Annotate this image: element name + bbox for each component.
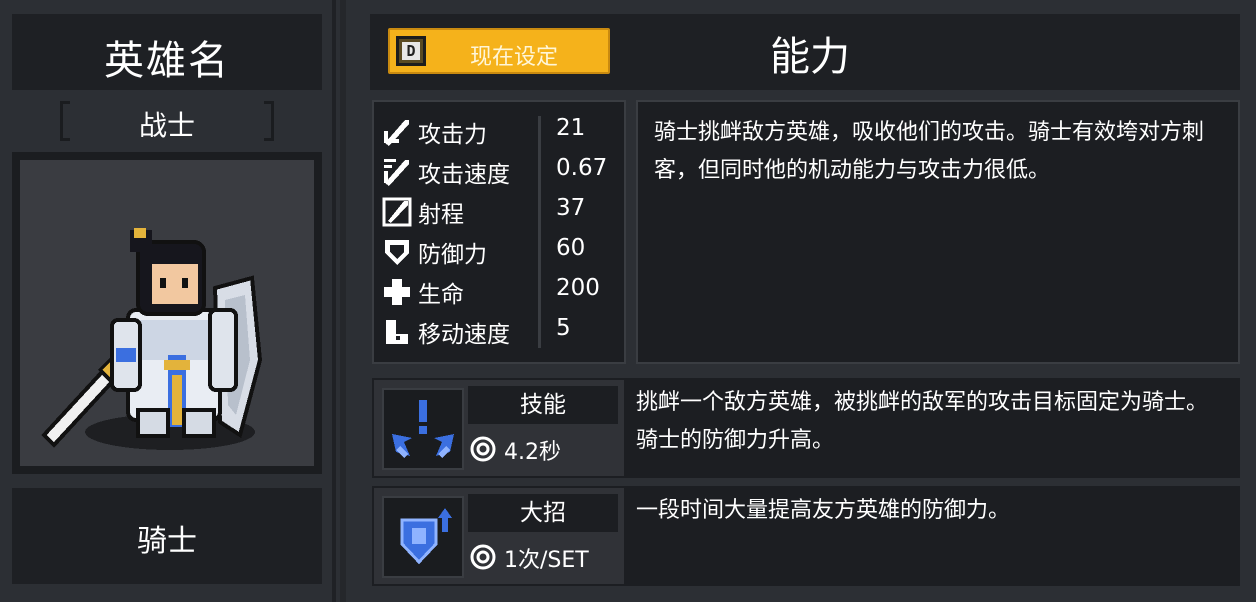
stat-name: 移动速度 (418, 322, 510, 348)
stat-name: 攻击速度 (418, 162, 510, 188)
skill-cooldown: 4.2秒 (468, 428, 618, 468)
ultimate-icon-box[interactable] (382, 496, 464, 578)
boot-icon (386, 320, 408, 344)
stat-name: 攻击力 (418, 122, 487, 148)
hero-name-title: 英雄名 (104, 38, 230, 84)
knight-sprite-icon (41, 228, 263, 450)
shield-up-icon (400, 508, 452, 565)
hero-name-box: 骑士 (12, 488, 322, 584)
skill-panel: 技能 4.2秒 挑衅一个敌方英雄，被挑衅的敌军的攻击目标固定为骑士。骑士的防御力… (372, 378, 1240, 478)
column-divider (340, 0, 346, 602)
ability-title: 能力 (770, 34, 850, 80)
bracket-left (60, 101, 70, 141)
hero-description: 骑士挑衅敌方英雄，吸收他们的攻击。骑士有效垮对方刺客，但同时他的机动能力与攻击力… (654, 120, 1205, 183)
stat-value: 21 (556, 115, 586, 141)
stat-row-health: 生命 200 (380, 273, 620, 309)
ultimate-type-label: 大招 (468, 494, 618, 532)
shield-icon (385, 240, 409, 265)
health-cross-icon (384, 279, 410, 305)
stat-value: 5 (556, 315, 571, 341)
ultimate-cooldown-value: 1次/SET (504, 548, 589, 573)
stat-name: 防御力 (418, 242, 487, 268)
ultimate-panel: 大招 1次/SET 一段时间大量提高友方英雄的防御力。 (372, 486, 1240, 586)
hero-name: 骑士 (137, 524, 197, 559)
set-now-label: 现在设定 (470, 45, 559, 70)
skill-icon-box[interactable] (382, 388, 464, 470)
stat-value: 0.67 (556, 155, 608, 181)
stat-name: 射程 (418, 202, 464, 228)
range-icon (382, 197, 412, 227)
hero-name-header: 英雄名 (12, 14, 322, 90)
skill-description: 挑衅一个敌方英雄，被挑衅的敌军的攻击目标固定为骑士。骑士的防御力升高。 (636, 390, 1209, 453)
stat-name: 生命 (418, 282, 464, 308)
set-now-button[interactable]: D 现在设定 (388, 28, 610, 74)
stat-row-defense: 防御力 60 (380, 233, 620, 269)
attack-speed-icon (384, 159, 409, 186)
stat-row-attack: 攻击力 21 (380, 113, 620, 149)
skill-type-label: 技能 (468, 386, 618, 424)
hero-portrait (20, 160, 314, 466)
stat-value: 37 (556, 195, 586, 221)
taunt-icon (392, 400, 454, 458)
ultimate-description-box: 一段时间大量提高友方英雄的防御力。 (624, 488, 1238, 584)
stat-row-range: 射程 37 (380, 193, 620, 229)
key-letter: D (402, 42, 420, 60)
bracket-right (264, 101, 274, 141)
ultimate-cooldown: 1次/SET (468, 536, 618, 576)
skill-cooldown-value: 4.2秒 (504, 440, 561, 465)
stat-row-move-speed: 移动速度 5 (380, 313, 620, 349)
cooldown-icon (470, 436, 496, 462)
stat-value: 60 (556, 235, 586, 261)
cooldown-icon (470, 544, 496, 570)
sword-icon (384, 120, 409, 146)
stat-value: 200 (556, 275, 600, 301)
skill-description-box: 挑衅一个敌方英雄，被挑衅的敌军的攻击目标固定为骑士。骑士的防御力升高。 (624, 380, 1238, 476)
keyboard-key-icon: D (396, 36, 426, 66)
ultimate-description: 一段时间大量提高友方英雄的防御力。 (636, 498, 1011, 523)
stat-row-attack-speed: 攻击速度 0.67 (380, 153, 620, 189)
hero-class-label: 战士 (138, 109, 195, 142)
